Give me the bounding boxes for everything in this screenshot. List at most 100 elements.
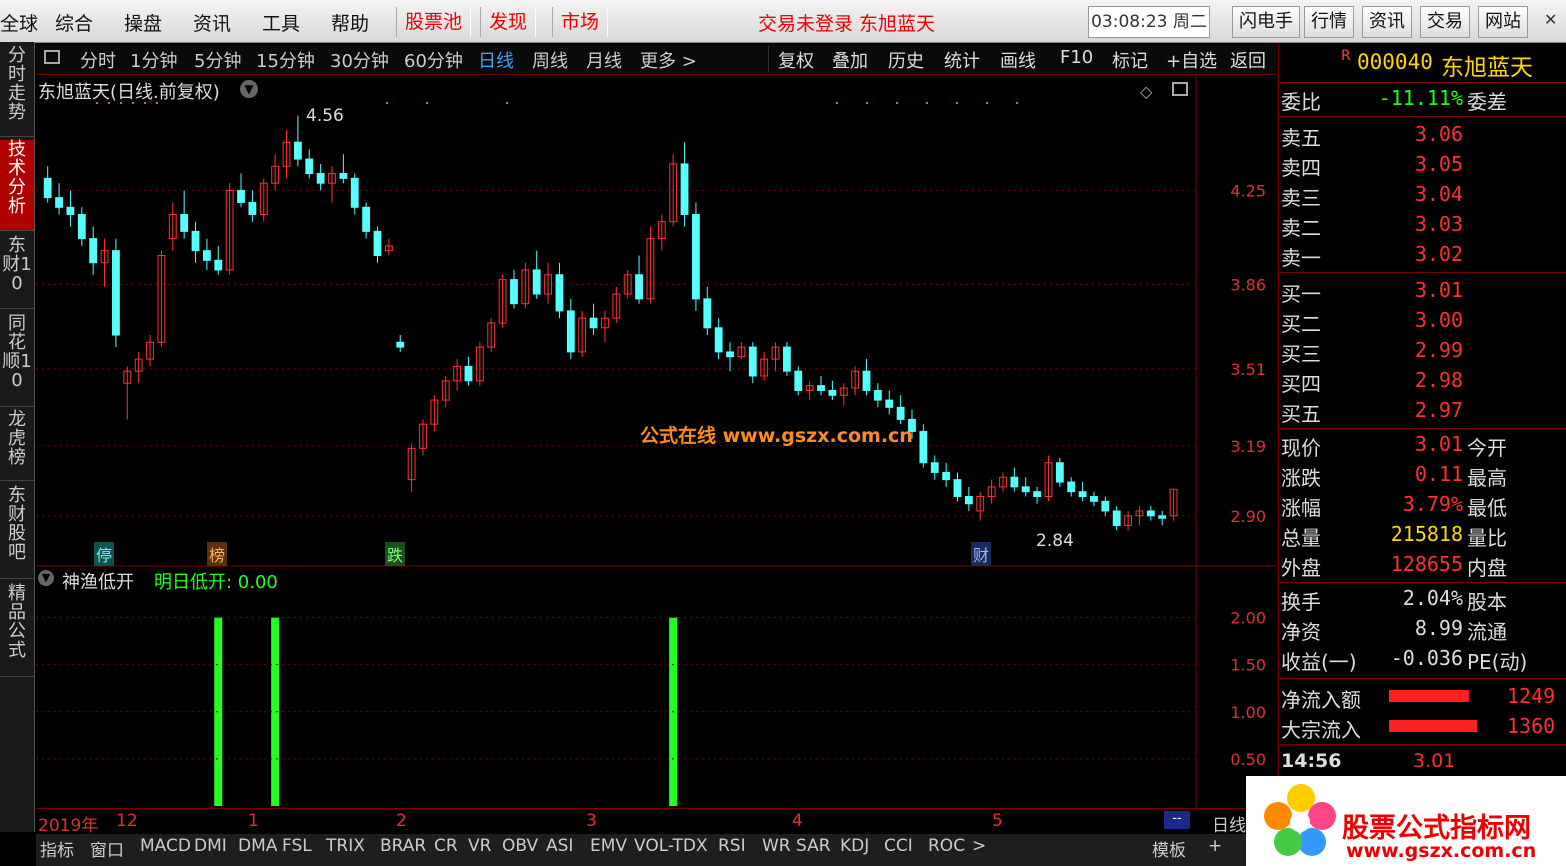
draw-line-button[interactable]: 画线 [1000, 47, 1036, 73]
menu-news[interactable]: 资讯 [193, 9, 231, 36]
menu-discover[interactable]: 发现 [480, 7, 537, 37]
tab-featured-formulas[interactable]: 精品公式 [0, 584, 34, 677]
indicator-tab[interactable]: ASI [546, 836, 573, 856]
candle-body [373, 230, 382, 256]
price-tick: 3.19 [1230, 437, 1266, 456]
candle-body [1146, 510, 1155, 517]
indicator-tab[interactable]: ROC [928, 836, 965, 856]
menu-market[interactable]: 市场 [552, 7, 609, 37]
candle-body [396, 341, 405, 348]
indicator-tab[interactable]: DMA [238, 836, 277, 856]
stat-row-label: 涨跌 [1281, 466, 1321, 490]
tab-intraday[interactable]: 分时走势 [0, 46, 34, 137]
mark-button[interactable]: 标记 [1112, 47, 1148, 73]
indicator-tab[interactable]: FSL [282, 836, 312, 856]
stat2-row-label: 换手 [1281, 590, 1321, 614]
tab-eastmoney-forum[interactable]: 东财股吧 [0, 486, 34, 579]
period-60min[interactable]: 60分钟 [404, 47, 463, 73]
overlay-button[interactable]: 叠加 [832, 47, 868, 73]
indicator-tab[interactable]: BRAR [380, 836, 426, 856]
indicator-tab[interactable]: VR [468, 836, 491, 856]
period-5min[interactable]: 5分钟 [194, 47, 241, 73]
menu-global[interactable]: 全球 [0, 9, 38, 36]
period-tag[interactable]: 日线 [1212, 811, 1246, 836]
adjust-button[interactable]: 复权 [778, 47, 814, 73]
tab-technical-analysis[interactable]: 技术分析 [0, 140, 34, 231]
statistics-button[interactable]: 统计 [944, 47, 980, 73]
period-monthly[interactable]: 月线 [586, 47, 622, 73]
f10-button[interactable]: F10 [1060, 47, 1093, 68]
indicator-tab[interactable]: WR [762, 836, 791, 856]
chevron-down-icon[interactable]: ▼ [240, 80, 258, 98]
marker-finance[interactable]: 财 [971, 542, 992, 566]
ask-row-label: 卖三 [1281, 186, 1321, 210]
indicator-tab[interactable]: EMV [590, 836, 627, 856]
bid-row-value: 2.98 [1414, 368, 1463, 392]
x-label-mar: 3 [586, 811, 597, 831]
indicator-tab[interactable]: KDJ [840, 836, 869, 856]
period-1min[interactable]: 1分钟 [130, 47, 177, 73]
bid-row-value: 2.99 [1414, 338, 1463, 362]
indicator-name[interactable]: 神渔低开 [62, 568, 134, 594]
last-tick-time: 14:56 [1281, 750, 1342, 772]
candle-body [248, 201, 257, 216]
indicator-chevron-icon[interactable]: ▼ [38, 570, 54, 586]
history-button[interactable]: 历史 [888, 47, 924, 73]
tab-eastmoney-10[interactable]: 东财10 [0, 236, 34, 309]
close-icon[interactable]: ✕ [1544, 10, 1557, 29]
add-indicator-icon[interactable]: + [1208, 836, 1222, 856]
menu-trade-ops[interactable]: 操盘 [124, 9, 162, 36]
indicator-tab[interactable]: > [972, 836, 986, 856]
indicator-tab[interactable]: CR [434, 836, 458, 856]
indicator-tab[interactable]: 窗口 [90, 836, 124, 861]
indicator-tab[interactable]: MACD [140, 836, 191, 856]
indicator-tab[interactable]: DMI [194, 836, 227, 856]
price-tick: 3.51 [1230, 360, 1266, 379]
tab-dragon-tiger[interactable]: 龙虎榜 [0, 410, 34, 481]
menu-composite[interactable]: 综合 [55, 9, 93, 36]
ask-row-label: 卖二 [1281, 216, 1321, 240]
marker-list[interactable]: 榜 [207, 542, 228, 566]
period-daily[interactable]: 日线 [478, 47, 514, 73]
quotes-button[interactable]: 行情 [1304, 6, 1354, 38]
news-button[interactable]: 资讯 [1362, 6, 1412, 38]
menu-stock-pool[interactable]: 股票池 [396, 7, 472, 37]
candle-body [828, 389, 837, 396]
event-dot [506, 102, 508, 104]
indicator-tab[interactable]: CCI [884, 836, 913, 856]
marker-halt[interactable]: 停 [94, 542, 115, 566]
marker-drop[interactable]: 跌 [385, 542, 406, 566]
trade-button[interactable]: 交易 [1420, 6, 1470, 38]
panel-toggle-icon[interactable] [1172, 82, 1188, 96]
indicator-tab[interactable]: 指标 [40, 836, 74, 861]
tab-ths-10[interactable]: 同花顺10 [0, 314, 34, 407]
menu-tools[interactable]: 工具 [262, 9, 300, 36]
candle-body [714, 327, 723, 353]
menu-help[interactable]: 帮助 [331, 9, 369, 36]
indicator-tab[interactable]: VOL-TDX [634, 836, 708, 856]
flash-trade-button[interactable]: 闪电手 [1232, 6, 1300, 38]
indicator-tab[interactable]: OBV [502, 836, 538, 856]
period-more[interactable]: 更多 > [640, 47, 697, 73]
period-15min[interactable]: 15分钟 [256, 47, 315, 73]
add-watchlist-button[interactable]: +自选 [1166, 47, 1217, 73]
event-dot [836, 102, 838, 104]
x-label-dec: 12 [116, 811, 138, 831]
indicator-tab[interactable]: SAR [796, 836, 831, 856]
template-button[interactable]: 模板 [1152, 836, 1186, 861]
scroll-handle[interactable]: -- [1164, 811, 1190, 829]
event-dot [426, 102, 428, 104]
candle-body [1067, 481, 1076, 493]
ask-row-value: 3.03 [1414, 212, 1463, 236]
indicator-tab[interactable]: TRIX [326, 836, 365, 856]
back-button[interactable]: 返回 [1230, 47, 1266, 73]
indicator-tab[interactable]: RSI [718, 836, 746, 856]
website-button[interactable]: 网站 [1478, 6, 1528, 38]
period-intraday[interactable]: 分时 [80, 47, 116, 73]
period-30min[interactable]: 30分钟 [330, 47, 389, 73]
candle-body [293, 141, 302, 160]
diamond-icon[interactable]: ◇ [1140, 82, 1152, 101]
window-toggle-icon[interactable] [44, 50, 60, 64]
login-status-text[interactable]: 交易未登录 东旭蓝天 [758, 9, 935, 36]
period-weekly[interactable]: 周线 [532, 47, 568, 73]
